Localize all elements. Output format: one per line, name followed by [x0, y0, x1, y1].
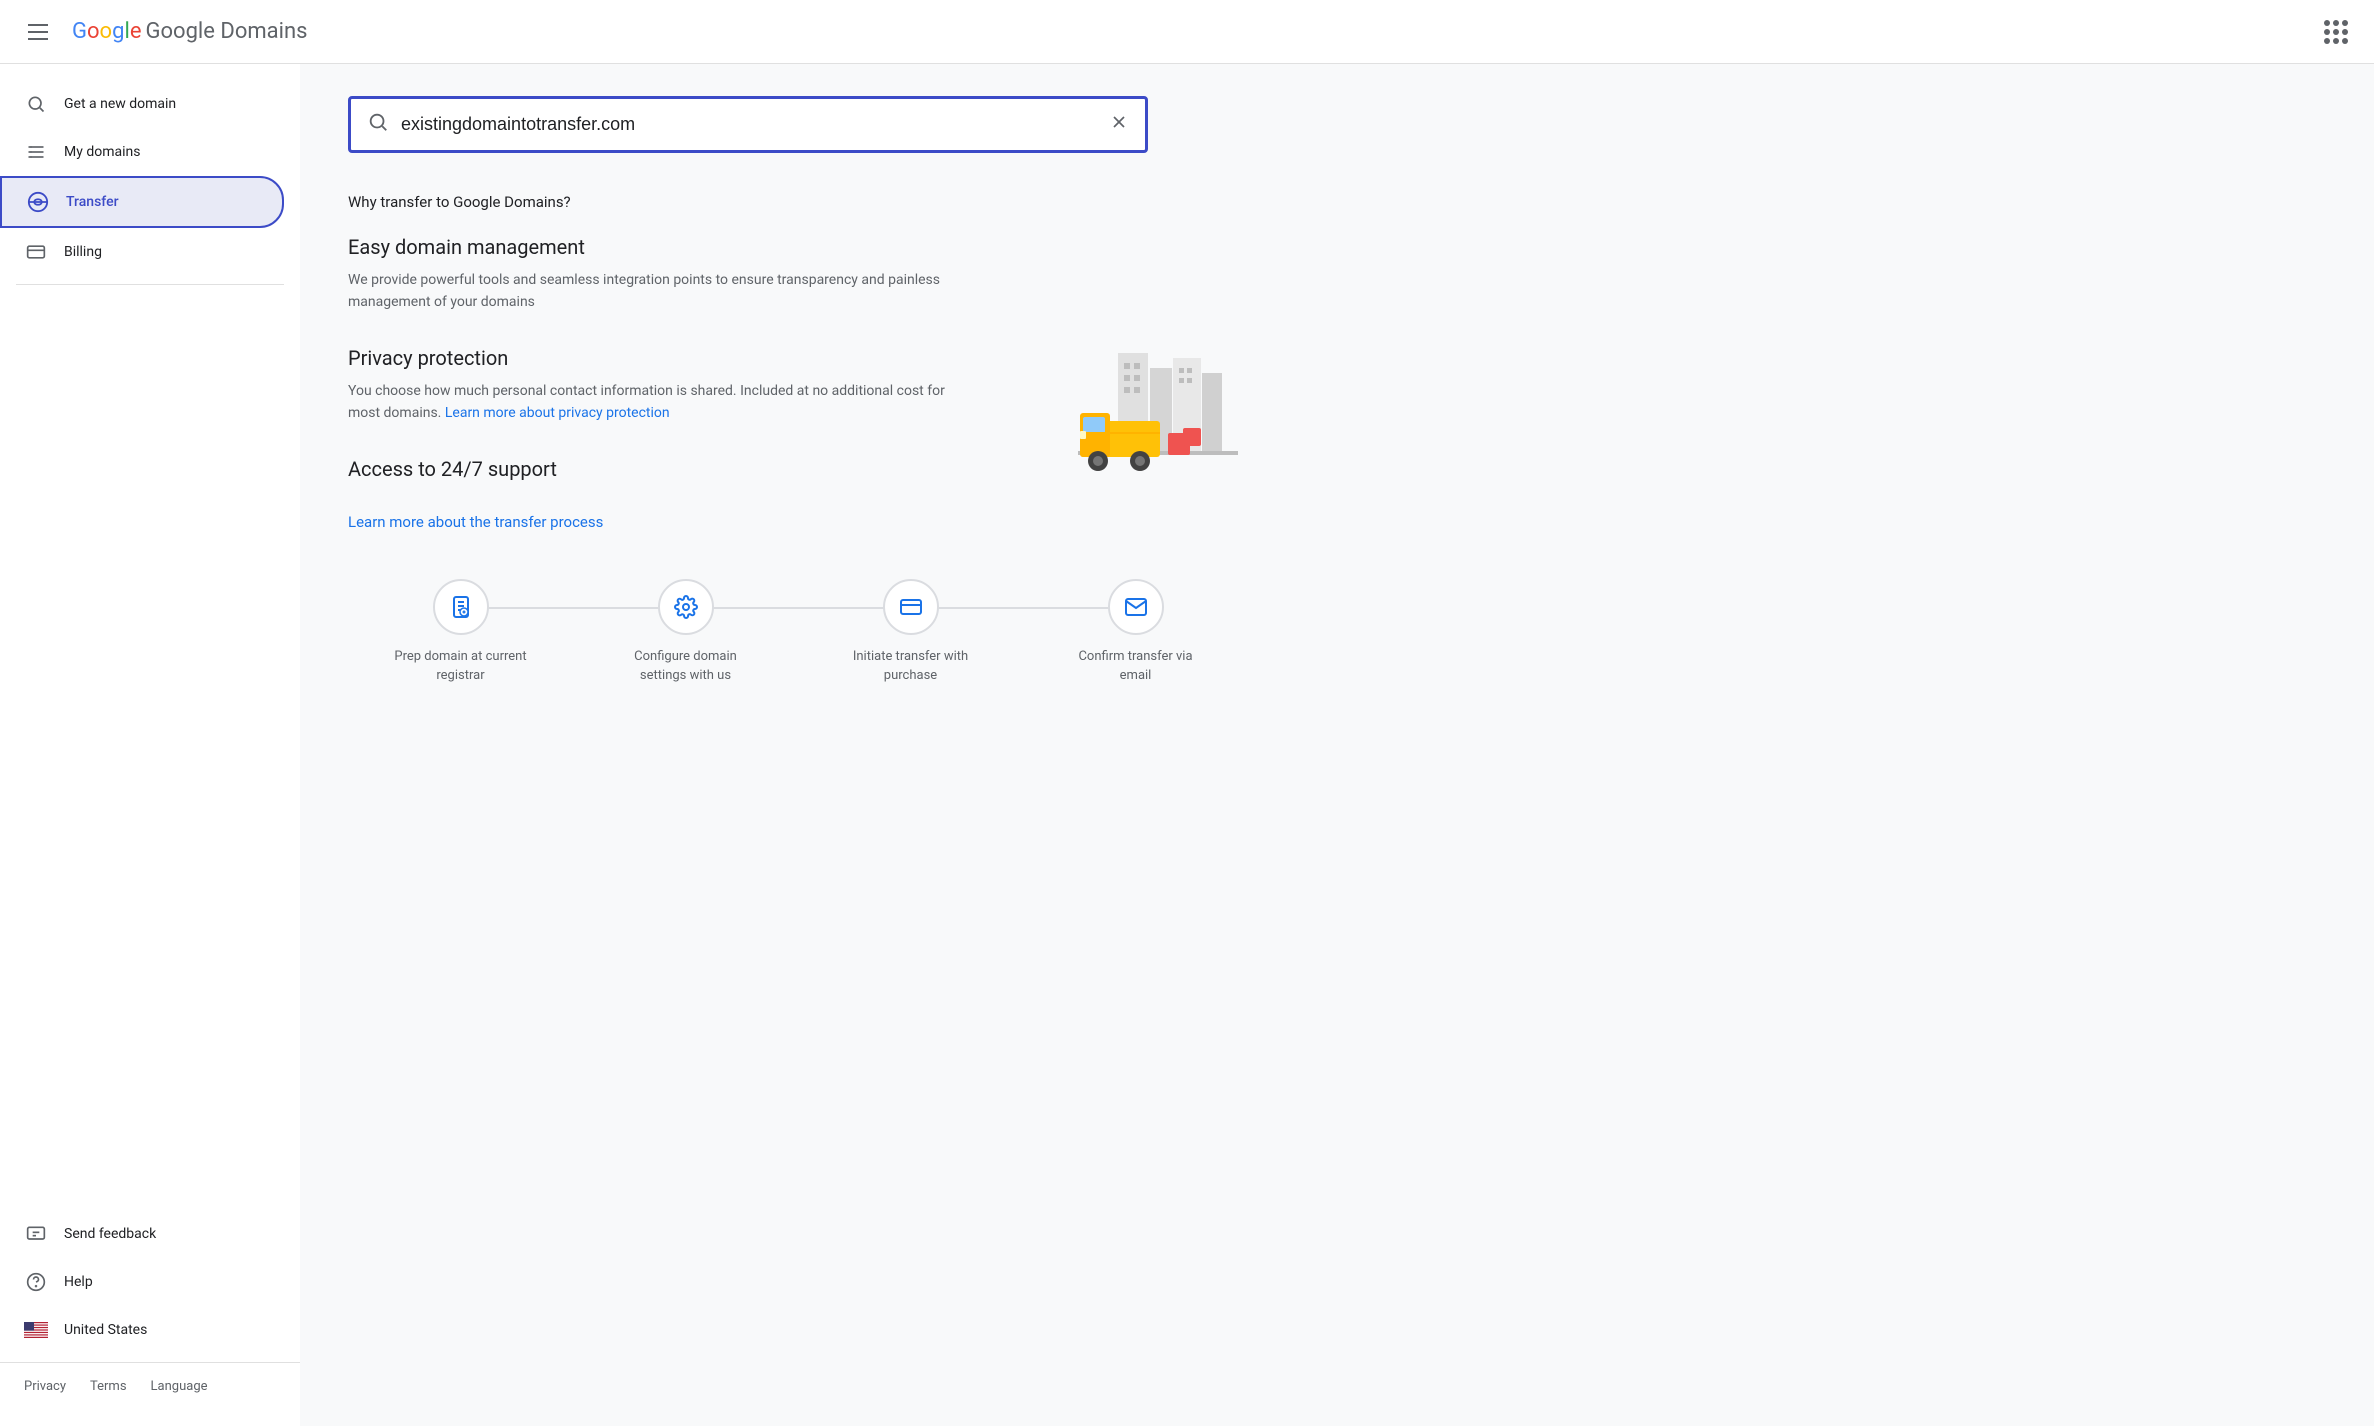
terms-link[interactable]: Terms	[90, 1379, 127, 1394]
sidebar-divider	[16, 284, 284, 285]
step-configure: Configure domain settings with us	[573, 579, 798, 686]
feature-support: Access to 24/7 support	[348, 457, 968, 481]
google-wordmark: Google	[72, 19, 141, 44]
search-box	[348, 96, 1148, 153]
clear-search-button[interactable]	[1109, 112, 1129, 137]
illustration	[1008, 235, 1248, 571]
feature-privacy-title: Privacy protection	[348, 346, 968, 370]
feature-privacy: Privacy protection You choose how much p…	[348, 346, 968, 425]
sidebar-item-get-domain-label: Get a new domain	[64, 96, 176, 112]
sidebar-item-country-label: United States	[64, 1322, 147, 1338]
privacy-learn-more-link[interactable]: Learn more about privacy protection	[445, 405, 670, 421]
feature-privacy-desc: You choose how much personal contact inf…	[348, 380, 968, 425]
sidebar: Get a new domain My domains	[0, 64, 300, 1426]
search-container	[348, 96, 1148, 153]
sidebar-item-feedback-label: Send feedback	[64, 1226, 156, 1242]
header: Google Google Domains	[0, 0, 2374, 64]
step-circle-initiate	[883, 579, 939, 635]
feature-easy-management: Easy domain management We provide powerf…	[348, 235, 968, 314]
logo: Google Google Domains	[72, 19, 308, 44]
sidebar-item-feedback[interactable]: Send feedback	[0, 1210, 284, 1258]
transfer-icon	[26, 190, 50, 214]
feature-easy-management-title: Easy domain management	[348, 235, 968, 259]
steps-container: Prep domain at current registrar Configu…	[348, 579, 1248, 686]
learn-more-transfer-link[interactable]: Learn more about the transfer process	[348, 513, 603, 531]
sidebar-item-billing-label: Billing	[64, 244, 102, 260]
step-circle-prep	[433, 579, 489, 635]
step-circle-confirm	[1108, 579, 1164, 635]
step-prep-label: Prep domain at current registrar	[391, 647, 531, 686]
why-transfer-section: Why transfer to Google Domains? Easy dom…	[348, 193, 1248, 686]
search-box-icon	[367, 111, 389, 138]
sidebar-item-help[interactable]: Help	[0, 1258, 284, 1306]
sidebar-item-billing[interactable]: Billing	[0, 228, 284, 276]
step-circle-configure	[658, 579, 714, 635]
sidebar-item-transfer[interactable]: Transfer	[0, 176, 284, 228]
sidebar-item-my-domains-label: My domains	[64, 144, 140, 160]
why-title: Why transfer to Google Domains?	[348, 193, 1248, 211]
sidebar-item-transfer-label: Transfer	[66, 194, 119, 210]
sidebar-item-my-domains[interactable]: My domains	[0, 128, 284, 176]
grid-icon	[2324, 20, 2348, 44]
help-icon	[24, 1270, 48, 1294]
step-initiate: Initiate transfer with purchase	[798, 579, 1023, 686]
page-layout: Get a new domain My domains	[0, 64, 2374, 1426]
step-confirm-label: Confirm transfer via email	[1066, 647, 1206, 686]
sidebar-item-help-label: Help	[64, 1274, 93, 1290]
step-configure-label: Configure domain settings with us	[616, 647, 756, 686]
features-list: Easy domain management We provide powerf…	[348, 235, 968, 571]
search-icon	[24, 92, 48, 116]
features-row: Easy domain management We provide powerf…	[348, 235, 1248, 571]
steps-track: Prep domain at current registrar Configu…	[348, 579, 1248, 686]
list-icon	[24, 140, 48, 164]
domains-wordmark: Google Domains	[145, 19, 307, 44]
credit-card-icon	[24, 240, 48, 264]
sidebar-footer: Send feedback Help	[0, 1202, 300, 1362]
hamburger-menu[interactable]	[20, 16, 56, 48]
footer: Privacy Terms Language	[0, 1362, 300, 1410]
search-input[interactable]	[401, 114, 1097, 135]
apps-button[interactable]	[2318, 14, 2354, 50]
feedback-icon	[24, 1222, 48, 1246]
step-prep-domain: Prep domain at current registrar	[348, 579, 573, 686]
flag-icon	[24, 1318, 48, 1342]
step-initiate-label: Initiate transfer with purchase	[841, 647, 981, 686]
language-link[interactable]: Language	[151, 1379, 208, 1394]
privacy-link[interactable]: Privacy	[24, 1379, 66, 1394]
sidebar-item-country[interactable]: United States	[0, 1306, 284, 1354]
feature-easy-management-desc: We provide powerful tools and seamless i…	[348, 269, 968, 314]
sidebar-item-get-domain[interactable]: Get a new domain	[0, 80, 284, 128]
step-confirm: Confirm transfer via email	[1023, 579, 1248, 686]
feature-support-title: Access to 24/7 support	[348, 457, 968, 481]
city-illustration	[1018, 313, 1238, 493]
main-content: Why transfer to Google Domains? Easy dom…	[300, 64, 2374, 1426]
